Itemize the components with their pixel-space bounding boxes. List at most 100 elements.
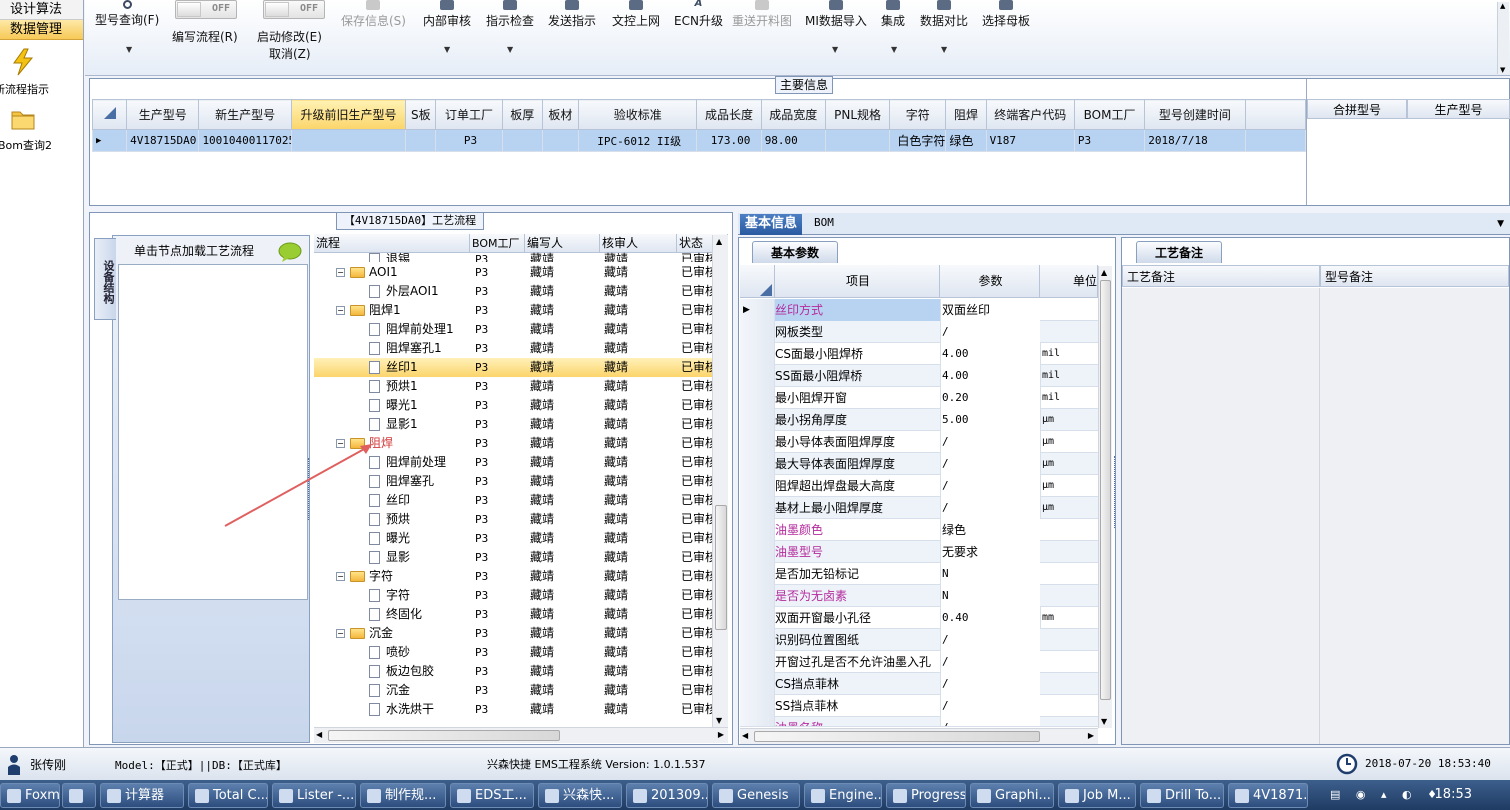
model-notes-textarea[interactable] — [1320, 288, 1509, 744]
param-row[interactable]: SS面最小阻焊桥 4.00 mil — [740, 365, 1098, 387]
param-value[interactable]: 绿色 — [940, 519, 1040, 541]
param-row[interactable]: ▶ 丝印方式 双面丝印 — [740, 299, 1098, 321]
col-param[interactable]: 参数 — [940, 265, 1040, 298]
param-row[interactable]: 最小拐角厚度 5.00 μm — [740, 409, 1098, 431]
nav-new-flow-instruction[interactable]: 新流程指示 — [0, 48, 84, 97]
taskbar-item[interactable]: Progress — [886, 783, 966, 808]
col-end-customer-code[interactable]: 终端客户代码 — [985, 99, 1075, 130]
save-info-button[interactable]: 保存信息(S) — [341, 0, 406, 29]
tab-basic-info[interactable]: 基本信息 — [740, 214, 802, 235]
internal-review-button[interactable]: 内部审核 — [423, 0, 471, 29]
col-model-created-time[interactable]: 型号创建时间 — [1144, 99, 1246, 130]
param-value[interactable]: 0.20 — [940, 387, 1040, 409]
cell-board-material[interactable] — [541, 129, 579, 152]
taskbar-item[interactable]: 4V1871... — [1228, 783, 1308, 808]
taskbar-item[interactable]: 201309... — [626, 783, 708, 808]
process-notes-group-tab[interactable]: 工艺备注 — [1136, 241, 1222, 263]
param-row[interactable]: 网板类型 / — [740, 321, 1098, 343]
taskbar-item[interactable]: EDS工... — [450, 783, 534, 808]
param-value[interactable]: N — [940, 563, 1040, 585]
write-flow-button[interactable]: 编写流程(R) — [172, 26, 238, 45]
collapse-icon[interactable]: − — [336, 306, 345, 315]
param-hscroll[interactable]: ◀ ▶ — [740, 728, 1098, 744]
chevron-down-icon[interactable]: ▼ — [126, 45, 132, 54]
param-row[interactable]: 开窗过孔是否不允许油墨入孔 / — [740, 651, 1098, 673]
cell-board-thickness[interactable] — [501, 129, 543, 152]
taskbar-item[interactable]: Foxmail — [0, 783, 60, 808]
collapse-icon[interactable]: − — [336, 629, 345, 638]
col-solder-mask[interactable]: 阻焊 — [945, 99, 987, 130]
param-value[interactable]: 双面丝印 — [940, 299, 1040, 321]
process-tree-row[interactable]: 退锡 P3 藏靖 藏靖 已审核 — [314, 250, 712, 262]
cell-new-production-model[interactable]: 10010400117025 — [198, 129, 292, 152]
write-flow-toggle[interactable]: OFF — [175, 0, 237, 19]
param-row[interactable]: 是否加无铅标记 N — [740, 563, 1098, 585]
chevron-down-icon[interactable]: ▼ — [941, 45, 947, 54]
chevron-down-icon[interactable]: ▼ — [832, 45, 838, 54]
cell-character[interactable]: 白色字符 — [889, 129, 947, 152]
process-tree-row[interactable]: 预烘1 P3 藏靖 藏靖 已审核 — [314, 377, 712, 396]
param-value[interactable]: 5.00 — [940, 409, 1040, 431]
splitter-handle[interactable] — [1114, 456, 1120, 528]
process-tree-row[interactable]: 喷砂 P3 藏靖 藏靖 已审核 — [314, 643, 712, 662]
instruction-check-button[interactable]: 指示检查 — [486, 0, 534, 29]
process-tree-hscroll[interactable]: ◀ ▶ — [314, 727, 728, 743]
node-tree[interactable] — [118, 264, 308, 600]
process-tree-row[interactable]: 阻焊前处理1 P3 藏靖 藏靖 已审核 — [314, 320, 712, 339]
param-row[interactable]: 双面开窗最小孔径 0.40 mm — [740, 607, 1098, 629]
col-bom-factory[interactable]: BOM工厂 — [1073, 99, 1146, 130]
param-value[interactable]: / — [940, 695, 1040, 717]
param-value[interactable]: / — [940, 673, 1040, 695]
process-tree-row[interactable]: − AOI1 P3 藏靖 藏靖 已审核 — [314, 263, 712, 282]
param-value[interactable]: N — [940, 585, 1040, 607]
process-tree-row[interactable]: − 沉金 P3 藏靖 藏靖 已审核 — [314, 624, 712, 643]
process-tree-row[interactable]: 显影1 P3 藏靖 藏靖 已审核 — [314, 415, 712, 434]
cell-acceptance-standard[interactable]: IPC-6012 II级 — [577, 129, 698, 152]
cell-end-customer-code[interactable]: V187 — [985, 129, 1075, 152]
param-row[interactable]: 是否为无卤素 N — [740, 585, 1098, 607]
col-character[interactable]: 字符 — [889, 99, 947, 130]
param-row[interactable]: 识别码位置图纸 / — [740, 629, 1098, 651]
param-value[interactable]: / — [940, 453, 1040, 475]
param-value[interactable]: 无要求 — [940, 541, 1040, 563]
param-row[interactable]: SS挡点菲林 / — [740, 695, 1098, 717]
param-value[interactable]: / — [940, 497, 1040, 519]
process-tree-row[interactable]: 字符 P3 藏靖 藏靖 已审核 — [314, 586, 712, 605]
param-row[interactable]: 阻焊超出焊盘最大高度 / μm — [740, 475, 1098, 497]
taskbar-item[interactable]: 制作规... — [360, 783, 446, 808]
resend-cutting-chart-button[interactable]: 重送开料图 — [732, 0, 792, 29]
process-tree-vscroll[interactable]: ▲ ▼ — [712, 235, 728, 727]
collapse-icon[interactable]: − — [336, 268, 345, 277]
process-notes-textarea[interactable] — [1122, 288, 1320, 744]
doc-control-online-button[interactable]: 文控上网 — [612, 0, 660, 29]
cell-order-factory[interactable]: P3 — [435, 129, 503, 152]
param-row[interactable]: 最小导体表面阻焊厚度 / μm — [740, 431, 1098, 453]
param-value[interactable]: 0.40 — [940, 607, 1040, 629]
taskbar-item[interactable]: Job M... — [1058, 783, 1136, 808]
param-value[interactable]: / — [940, 321, 1040, 343]
cell-s-board[interactable] — [405, 129, 437, 152]
tab-bom[interactable]: BOM — [814, 216, 834, 229]
chevron-down-icon[interactable]: ▼ — [507, 45, 513, 54]
collapse-icon[interactable]: − — [336, 572, 345, 581]
col-finished-width[interactable]: 成品宽度 — [760, 99, 826, 130]
process-tree-row[interactable]: 阻焊塞孔1 P3 藏靖 藏靖 已审核 — [314, 339, 712, 358]
param-vscroll[interactable]: ▲ ▼ — [1098, 266, 1112, 728]
param-row[interactable]: 油墨颜色 绿色 — [740, 519, 1098, 541]
taskbar-item[interactable]: 计算器 — [100, 783, 184, 808]
process-tree-row[interactable]: 水洗烘干 P3 藏靖 藏靖 已审核 — [314, 700, 712, 719]
mi-data-import-button[interactable]: MI数据导入 — [805, 0, 867, 29]
taskbar-item[interactable] — [62, 783, 96, 808]
param-value[interactable]: / — [940, 475, 1040, 497]
col-old-production-model[interactable]: 升级前旧生产型号 — [290, 99, 407, 130]
col-unit[interactable]: 单位 — [1040, 265, 1098, 298]
param-row[interactable]: 最小阻焊开窗 0.20 mil — [740, 387, 1098, 409]
ecn-upgrade-button[interactable]: A ECN升级 — [674, 0, 723, 29]
cell-old-production-model[interactable] — [290, 129, 407, 152]
data-compare-button[interactable]: 数据对比 — [920, 0, 968, 29]
param-row[interactable]: CS挡点菲林 / — [740, 673, 1098, 695]
col-finished-length[interactable]: 成品长度 — [696, 99, 762, 130]
tray-icons[interactable]: ▤ ◉ ▴ ◐ ♦ — [1330, 788, 1443, 801]
param-row[interactable]: CS面最小阻焊桥 4.00 mil — [740, 343, 1098, 365]
taskbar-item[interactable]: Lister -... — [272, 783, 356, 808]
